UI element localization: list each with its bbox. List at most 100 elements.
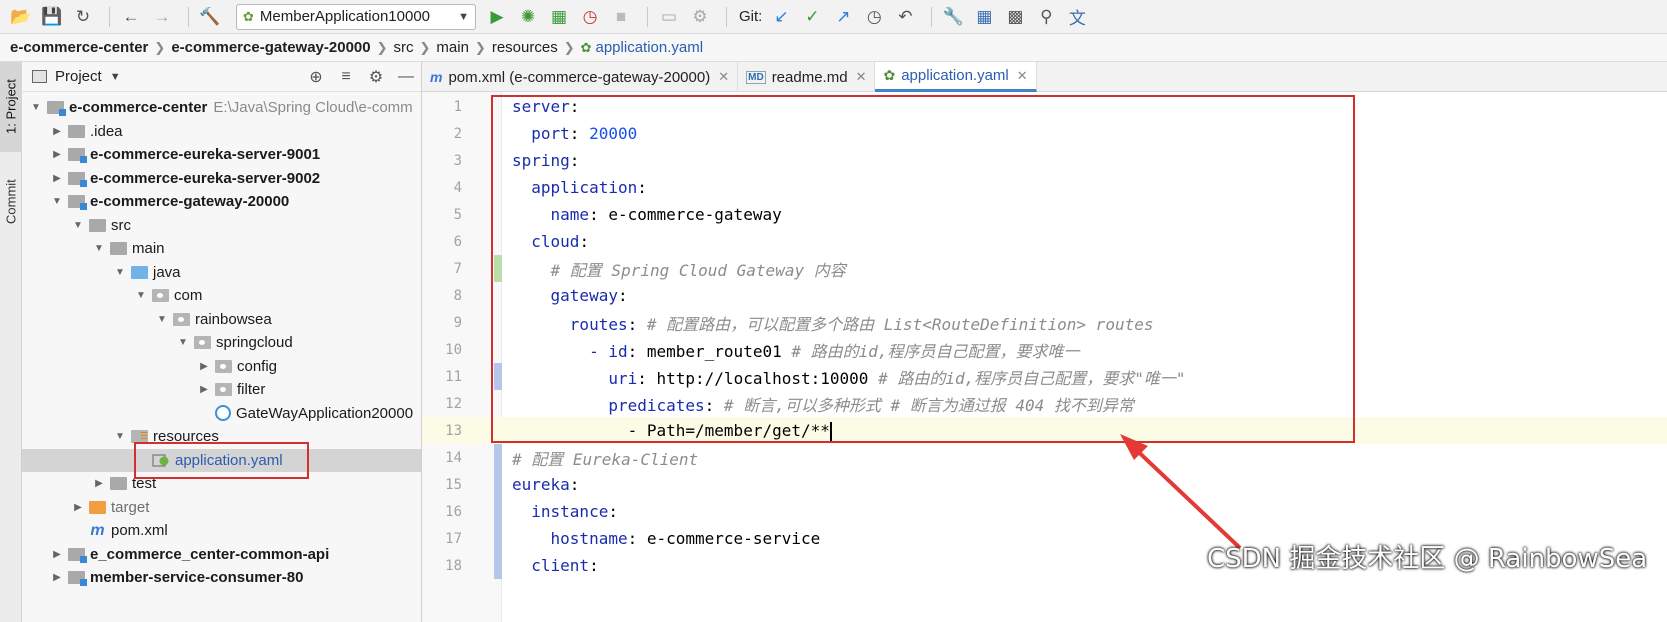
tree-row[interactable]: GateWayApplication20000 bbox=[22, 402, 421, 426]
expand-arrow-closed-icon[interactable]: ▶ bbox=[196, 361, 212, 372]
git-update-icon[interactable]: ↙ bbox=[768, 4, 794, 30]
history-clock-icon[interactable]: ◷ bbox=[861, 4, 887, 30]
tree-row[interactable]: ▶ e-commerce-eureka-server-9002 bbox=[22, 167, 421, 191]
breadcrumb-item[interactable]: resources bbox=[492, 39, 558, 56]
line-number: 6 bbox=[453, 233, 462, 250]
tree-row[interactable]: ▼ e-commerce-gateway-20000 bbox=[22, 190, 421, 214]
line-number: 7 bbox=[453, 260, 462, 277]
tree-row[interactable]: m pom.xml bbox=[22, 519, 421, 543]
tree-row[interactable]: ▼ rainbowsea bbox=[22, 308, 421, 332]
tree-row[interactable]: ▶ e-commerce-eureka-server-9001 bbox=[22, 143, 421, 167]
code-line: 10 - id: member_route01 # 路由的id,程序员自己配置，… bbox=[422, 336, 1667, 363]
breadcrumb-separator-icon: ❯ bbox=[563, 39, 575, 55]
expand-arrow-closed-icon[interactable]: ▶ bbox=[91, 478, 107, 489]
line-number: 5 bbox=[453, 206, 462, 223]
build-hammer-icon[interactable]: 🔨 bbox=[197, 4, 223, 30]
expand-arrow-open-icon[interactable]: ▼ bbox=[112, 431, 128, 442]
close-icon[interactable]: ✕ bbox=[856, 69, 867, 85]
editor-tab[interactable]: ✿ application.yaml ✕ bbox=[875, 62, 1037, 92]
yaml-value: member_route01 bbox=[646, 341, 792, 361]
tree-row[interactable]: ▼ java bbox=[22, 261, 421, 285]
project-window-icon bbox=[32, 70, 47, 83]
translate-icon[interactable]: 文 bbox=[1064, 4, 1090, 30]
tree-item-label: test bbox=[132, 475, 157, 493]
stop-icon[interactable]: ■ bbox=[608, 4, 634, 30]
expand-arrow-closed-icon[interactable]: ▶ bbox=[49, 149, 65, 160]
expand-arrow-open-icon[interactable]: ▼ bbox=[28, 102, 44, 113]
tree-row[interactable]: application.yaml bbox=[22, 448, 421, 472]
expand-arrow-open-icon[interactable]: ▼ bbox=[154, 314, 170, 325]
expand-arrow-open-icon[interactable]: ▼ bbox=[175, 337, 191, 348]
minimize-icon[interactable]: — bbox=[391, 68, 421, 86]
expand-arrow-closed-icon[interactable]: ▶ bbox=[49, 549, 65, 560]
tree-row[interactable]: ▼ main bbox=[22, 237, 421, 261]
rollback-icon[interactable]: ↶ bbox=[892, 4, 918, 30]
project-structure-icon[interactable]: ▦ bbox=[971, 4, 997, 30]
project-panel-title[interactable]: Project bbox=[55, 68, 102, 85]
debug-icon[interactable]: ✺ bbox=[515, 4, 541, 30]
tree-row[interactable]: ▶ config bbox=[22, 355, 421, 379]
forward-arrow-icon[interactable]: → bbox=[149, 4, 175, 30]
close-icon[interactable]: ✕ bbox=[718, 69, 729, 85]
coverage-icon[interactable]: ▦ bbox=[546, 4, 572, 30]
git-push-icon[interactable]: ↗ bbox=[830, 4, 856, 30]
tree-row[interactable]: ▼ springcloud bbox=[22, 331, 421, 355]
expand-arrow-closed-icon[interactable]: ▶ bbox=[49, 173, 65, 184]
sync-icon[interactable]: ↻ bbox=[70, 4, 96, 30]
folder-icon bbox=[89, 218, 106, 232]
line-number: 16 bbox=[445, 503, 462, 520]
editor-tab[interactable]: m pom.xml (e-commerce-gateway-20000) ✕ bbox=[422, 62, 739, 92]
tree-row[interactable]: ▼ src bbox=[22, 214, 421, 238]
expand-arrow-open-icon[interactable]: ▼ bbox=[70, 220, 86, 231]
search-icon[interactable]: ⚲ bbox=[1033, 4, 1059, 30]
expand-arrow-closed-icon[interactable]: ▶ bbox=[70, 502, 86, 513]
run-configuration-select[interactable]: ✿ MemberApplication10000 ▼ bbox=[236, 3, 476, 30]
expand-arrow-closed-icon[interactable]: ▶ bbox=[49, 572, 65, 583]
save-icon[interactable]: 💾 bbox=[39, 4, 65, 30]
wrench-icon[interactable]: 🔧 bbox=[940, 4, 966, 30]
tree-row[interactable]: ▶ e_commerce_center-common-api bbox=[22, 543, 421, 567]
breadcrumb-item[interactable]: src bbox=[394, 39, 414, 56]
tree-row[interactable]: ▼ e-commerce-center E:\Java\Spring Cloud\e… bbox=[22, 96, 421, 120]
back-arrow-icon[interactable]: ← bbox=[118, 4, 144, 30]
open-folder-icon[interactable]: 📂 bbox=[8, 4, 34, 30]
attach-icon[interactable]: ⚙ bbox=[687, 4, 713, 30]
tree-row[interactable]: ▶ target bbox=[22, 496, 421, 520]
collapse-all-icon[interactable]: ≡ bbox=[331, 68, 361, 86]
commit-tool-tab[interactable]: Commit bbox=[0, 162, 22, 242]
run-icon[interactable]: ▶ bbox=[484, 4, 510, 30]
excluded-folder-icon bbox=[89, 500, 106, 514]
breadcrumb-separator-icon: ❯ bbox=[376, 39, 388, 55]
tree-item-label: e-commerce-center bbox=[69, 99, 208, 117]
tree-row[interactable]: ▶ member-service-consumer-80 bbox=[22, 566, 421, 590]
tree-row[interactable]: ▶ filter bbox=[22, 378, 421, 402]
breadcrumb-item[interactable]: e-commerce-gateway-20000 bbox=[171, 39, 370, 56]
yaml-separator: : bbox=[617, 286, 628, 305]
profile-icon[interactable]: ◷ bbox=[577, 4, 603, 30]
expand-arrow-open-icon[interactable]: ▼ bbox=[112, 267, 128, 278]
locate-target-icon[interactable]: ⊕ bbox=[301, 67, 331, 87]
gear-icon[interactable]: ⚙ bbox=[361, 67, 391, 87]
terminal-icon[interactable]: ▩ bbox=[1002, 4, 1028, 30]
breadcrumb-item[interactable]: e-commerce-center bbox=[10, 39, 148, 56]
tree-row[interactable]: ▶ test bbox=[22, 472, 421, 496]
tree-row[interactable]: ▼ com bbox=[22, 284, 421, 308]
chevron-down-icon: ▼ bbox=[458, 10, 469, 23]
code-content: server: bbox=[512, 97, 579, 116]
tree-row[interactable]: ▼ resources bbox=[22, 425, 421, 449]
tree-row[interactable]: ▶ .idea bbox=[22, 120, 421, 144]
device-icon[interactable]: ▭ bbox=[656, 4, 682, 30]
expand-arrow-closed-icon[interactable]: ▶ bbox=[196, 384, 212, 395]
git-commit-icon[interactable]: ✓ bbox=[799, 4, 825, 30]
breadcrumb-item[interactable]: main bbox=[436, 39, 469, 56]
breadcrumb-item[interactable]: application.yaml bbox=[596, 39, 704, 56]
close-icon[interactable]: ✕ bbox=[1017, 68, 1028, 84]
expand-arrow-open-icon[interactable]: ▼ bbox=[49, 196, 65, 207]
yaml-value: - Path=/member/get/** bbox=[627, 420, 830, 440]
project-tool-tab[interactable]: 1: Project bbox=[0, 62, 22, 152]
chevron-down-icon[interactable]: ▼ bbox=[110, 71, 121, 83]
expand-arrow-closed-icon[interactable]: ▶ bbox=[49, 126, 65, 137]
editor-tab[interactable]: MD readme.md ✕ bbox=[738, 62, 876, 92]
expand-arrow-open-icon[interactable]: ▼ bbox=[91, 243, 107, 254]
expand-arrow-open-icon[interactable]: ▼ bbox=[133, 290, 149, 301]
